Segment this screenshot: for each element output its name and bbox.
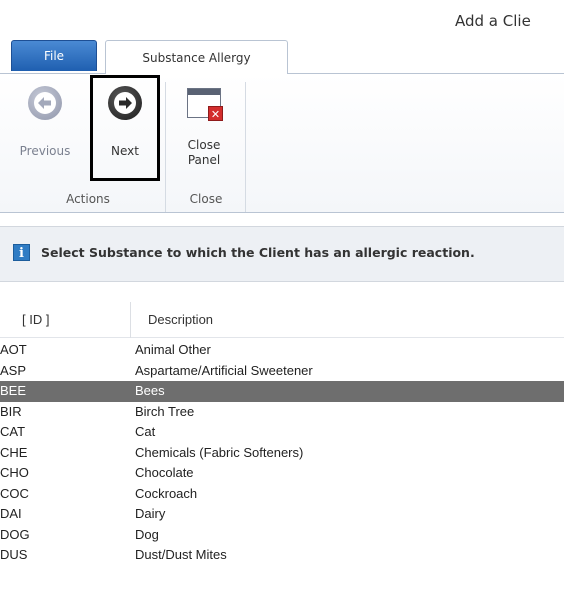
row-description: Dust/Dust Mites — [135, 547, 227, 562]
tab-substance-allergy[interactable]: Substance Allergy — [105, 40, 288, 74]
column-header-id[interactable]: [ ID ] — [22, 312, 49, 327]
row-description: Cockroach — [135, 485, 198, 501]
group-label-close: Close — [189, 192, 223, 206]
row-id: ASP — [0, 362, 27, 378]
row-id: BEE — [0, 383, 27, 398]
row-id: COC — [0, 485, 29, 501]
row-description: Bees — [135, 383, 165, 398]
row-description: Cat — [135, 424, 156, 439]
table-row[interactable]: ASP Aspartame/Artificial Sweetener — [0, 361, 564, 382]
row-description: Chemicals (Fabric Softeners) — [135, 444, 304, 460]
row-id: CHO — [0, 465, 29, 480]
close-panel-icon: ✕ — [187, 88, 223, 121]
row-id: AOT — [0, 342, 27, 357]
row-id: DAI — [0, 506, 22, 521]
info-bar: i Select Substance to which the Client h… — [0, 226, 564, 282]
substance-list: AOT Animal Other ASP Aspartame/Artificial S… — [0, 340, 564, 566]
row-id: DUS — [0, 547, 28, 562]
previous-icon — [28, 86, 62, 120]
ribbon: Previous Next ✕ Close Panel Actions Clos… — [0, 73, 564, 213]
row-id: DOG — [0, 526, 30, 542]
group-separator — [245, 82, 246, 212]
column-header-description[interactable]: Description — [148, 312, 213, 327]
info-message: Select Substance to which the Client has… — [41, 245, 475, 260]
row-description: Birch Tree — [135, 403, 195, 419]
table-row[interactable]: COC Cockroach — [0, 484, 564, 505]
table-row[interactable]: BEE Bees — [0, 381, 564, 402]
table-header: [ ID ] Description — [0, 302, 564, 338]
row-description: Chocolate — [135, 465, 194, 480]
table-row[interactable]: AOT Animal Other — [0, 340, 564, 361]
table-row[interactable]: DOG Dog — [0, 525, 564, 546]
table-row[interactable]: DAI Dairy — [0, 504, 564, 525]
previous-button[interactable]: Previous — [14, 86, 76, 158]
table-row[interactable]: CHE Chemicals (Fabric Softeners) — [0, 443, 564, 464]
table-row[interactable]: DUS Dust/Dust Mites — [0, 545, 564, 566]
tab-file[interactable]: File — [11, 40, 97, 71]
row-id: CAT — [0, 424, 26, 439]
row-description: Dog — [135, 526, 159, 542]
row-description: Dairy — [135, 506, 166, 521]
ribbon-tab-strip: File Substance Allergy — [0, 40, 564, 74]
row-description: Aspartame/Artificial Sweetener — [135, 362, 313, 378]
column-divider[interactable] — [130, 302, 131, 338]
group-label-actions: Actions — [66, 192, 110, 206]
close-panel-label-line1: Close — [187, 138, 221, 152]
group-separator — [165, 82, 166, 212]
table-row[interactable]: CAT Cat — [0, 422, 564, 443]
table-row[interactable]: CHO Chocolate — [0, 463, 564, 484]
next-button-highlight — [90, 75, 160, 181]
row-id: BIR — [0, 403, 22, 419]
row-description: Animal Other — [135, 342, 211, 357]
close-panel-button[interactable]: ✕ Close Panel — [173, 88, 235, 168]
close-panel-label-line2: Panel — [187, 153, 221, 167]
table-row[interactable]: BIR Birch Tree — [0, 402, 564, 423]
previous-label: Previous — [19, 144, 71, 158]
info-icon: i — [13, 244, 30, 261]
row-id: CHE — [0, 444, 28, 460]
window-title: Add a Clie — [455, 12, 531, 30]
